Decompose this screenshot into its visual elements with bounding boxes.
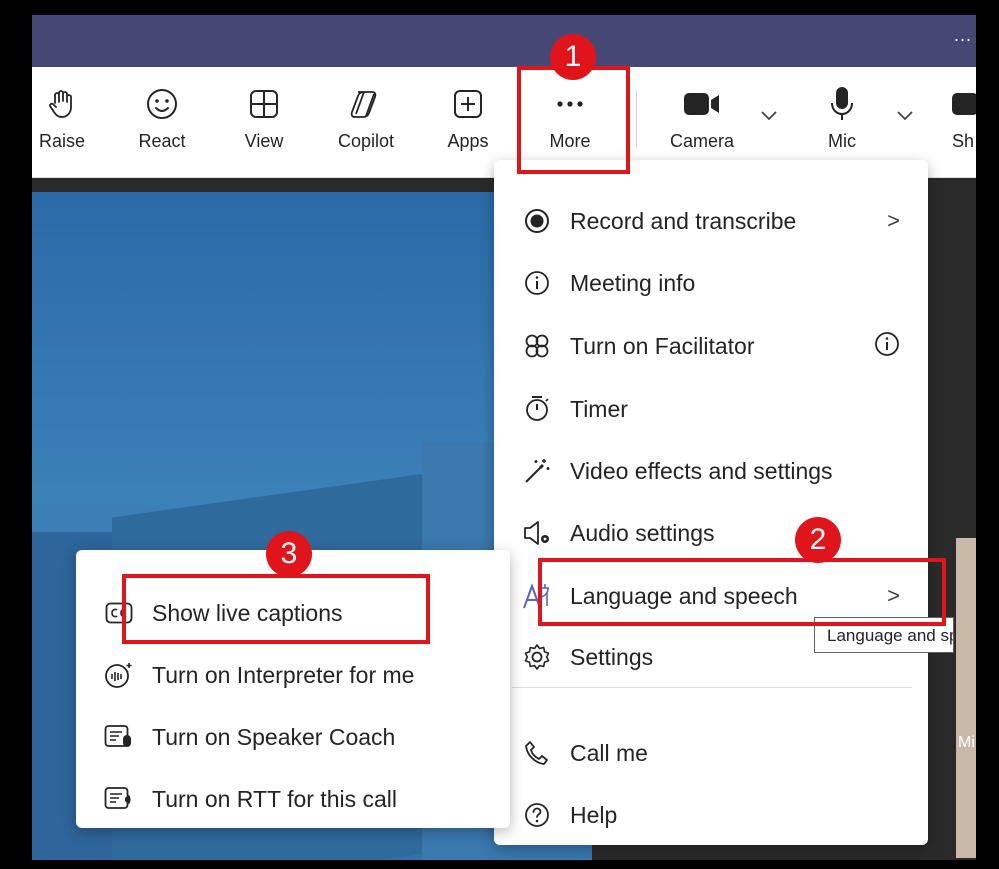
speaker-coach-icon bbox=[104, 722, 134, 752]
timer-icon bbox=[522, 394, 552, 424]
share-label: Sh bbox=[952, 131, 975, 151]
participant-name-fragment: Mi bbox=[958, 734, 975, 751]
react-button[interactable]: React bbox=[132, 67, 192, 177]
speaker-gear-icon bbox=[522, 518, 552, 548]
view-label: View bbox=[244, 131, 284, 151]
title-bar: ... bbox=[32, 15, 976, 67]
menu-item-turn-on-facilitator[interactable]: Turn on Facilitator bbox=[494, 315, 928, 377]
magic-wand-icon bbox=[522, 456, 552, 486]
toolbar-divider bbox=[636, 91, 637, 147]
view-button[interactable]: View bbox=[234, 67, 294, 177]
mic-options-chevron-icon[interactable] bbox=[896, 109, 914, 121]
grid-icon bbox=[249, 87, 279, 121]
menu-item-label: Timer bbox=[570, 395, 628, 422]
phone-icon bbox=[522, 738, 552, 768]
submenu-item-speaker-coach[interactable]: Turn on Speaker Coach bbox=[76, 706, 510, 768]
annotation-box-language bbox=[538, 558, 946, 626]
share-button[interactable]: Sh bbox=[952, 67, 976, 177]
apps-button[interactable]: Apps bbox=[438, 67, 498, 177]
menu-item-label: Audio settings bbox=[570, 519, 715, 546]
info-icon bbox=[522, 268, 552, 298]
menu-item-timer[interactable]: Timer bbox=[494, 378, 928, 440]
facilitator-info-icon[interactable] bbox=[874, 331, 900, 362]
copilot-label: Copilot bbox=[337, 131, 395, 151]
facilitator-icon bbox=[522, 331, 552, 361]
menu-item-label: Turn on Facilitator bbox=[570, 332, 755, 359]
submenu-item-rtt[interactable]: Turn on RTT for this call bbox=[76, 768, 510, 830]
gear-icon bbox=[522, 642, 552, 672]
rtt-icon bbox=[104, 784, 134, 814]
camera-options-chevron-icon[interactable] bbox=[760, 109, 778, 121]
menu-item-audio-settings[interactable]: Audio settings bbox=[494, 502, 928, 564]
submenu-item-label: Turn on Speaker Coach bbox=[152, 723, 396, 750]
raise-hand-button[interactable]: Raise bbox=[32, 67, 92, 177]
menu-item-help[interactable]: Help bbox=[494, 784, 928, 846]
menu-item-label: Settings bbox=[570, 643, 654, 670]
help-icon bbox=[522, 800, 552, 830]
react-label: React bbox=[138, 131, 186, 151]
camera-label: Camera bbox=[669, 131, 735, 151]
camera-icon bbox=[683, 87, 721, 121]
more-options-menu: Record and transcribe > Meeting info Tur… bbox=[494, 160, 928, 845]
annotation-badge-step2: 2 bbox=[795, 517, 841, 563]
annotation-badge-step1: 1 bbox=[550, 34, 596, 80]
copilot-icon bbox=[348, 87, 384, 121]
hand-icon bbox=[49, 87, 75, 121]
menu-item-call-me[interactable]: Call me bbox=[494, 722, 928, 784]
share-icon bbox=[952, 87, 976, 121]
annotation-box-more bbox=[517, 66, 630, 174]
menu-item-video-effects-and-settings[interactable]: Video effects and settings bbox=[494, 440, 928, 502]
plus-square-icon bbox=[453, 87, 483, 121]
submenu-item-interpreter[interactable]: Turn on Interpreter for me bbox=[76, 644, 510, 706]
menu-item-label: Call me bbox=[570, 739, 648, 766]
mic-icon bbox=[829, 87, 855, 121]
apps-label: Apps bbox=[447, 131, 489, 151]
menu-item-meeting-info[interactable]: Meeting info bbox=[494, 252, 928, 314]
submenu-chevron-icon: > bbox=[887, 208, 900, 233]
mic-label: Mic bbox=[828, 131, 856, 151]
copilot-button[interactable]: Copilot bbox=[328, 67, 404, 177]
submenu-item-label: Turn on RTT for this call bbox=[152, 785, 397, 812]
annotation-box-captions bbox=[122, 574, 430, 644]
participant-thumbnail[interactable]: Mi bbox=[956, 538, 976, 858]
menu-item-label: Help bbox=[570, 801, 618, 828]
raise-label: Raise bbox=[38, 131, 86, 151]
menu-item-record-and-transcribe[interactable]: Record and transcribe > bbox=[494, 190, 928, 252]
annotation-badge-step3: 3 bbox=[266, 531, 312, 577]
submenu-item-label: Turn on Interpreter for me bbox=[152, 661, 415, 688]
window-more-button[interactable]: ... bbox=[954, 25, 972, 46]
menu-separator bbox=[512, 687, 912, 688]
record-icon bbox=[522, 206, 552, 236]
menu-item-label: Meeting info bbox=[570, 269, 696, 296]
menu-item-label: Video effects and settings bbox=[570, 457, 833, 484]
menu-item-label: Record and transcribe bbox=[570, 207, 797, 234]
screenshot-frame: ... Raise React View Copilot Apps More C… bbox=[0, 0, 999, 869]
smiley-icon bbox=[146, 87, 178, 121]
interpreter-icon bbox=[104, 660, 134, 690]
